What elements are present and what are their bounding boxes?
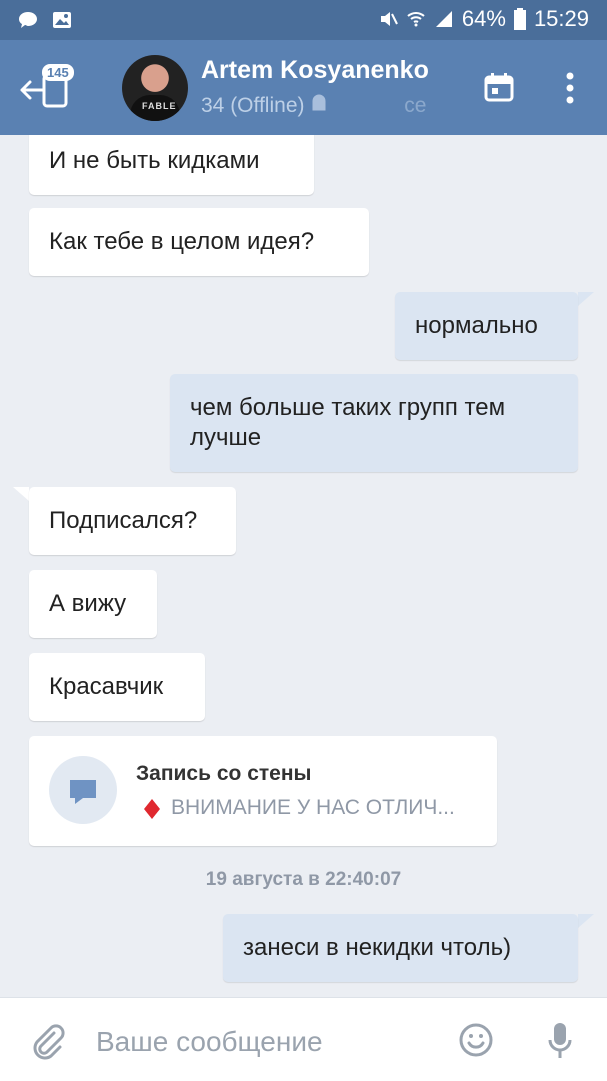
attach-icon[interactable] (30, 1024, 66, 1060)
outgoing-message[interactable]: занеси в некидки чтоль) (223, 914, 578, 982)
outgoing-message[interactable]: чем больше таких групп тем лучше (170, 374, 578, 472)
bubble-tail (578, 914, 594, 928)
message-text: И не быть кидками (49, 147, 260, 174)
red-diamond-icon (144, 799, 160, 819)
microphone-icon[interactable] (548, 1022, 572, 1060)
android-icon (312, 94, 326, 111)
incoming-message[interactable]: Подписался? (29, 487, 236, 555)
chat-header: 145 FABLE Artem Kosyanenko 34 (Offline) … (0, 40, 607, 135)
wall-post-icon (49, 756, 117, 824)
message-text: Как тебе в целом идея? (49, 228, 315, 255)
contact-status-text: 34 (Offline) (201, 94, 305, 117)
battery-icon (513, 8, 526, 30)
message-text: Красавчик (49, 673, 164, 700)
mute-icon (380, 12, 398, 26)
wall-post-preview: ВНИМАНИЕ У НАС ОТЛИЧ... (171, 796, 455, 819)
emoji-icon[interactable] (458, 1022, 494, 1058)
wall-post-title: Запись со стены (136, 762, 312, 785)
message-input[interactable]: Ваше сообщение (96, 1026, 323, 1058)
bubble-tail (578, 292, 594, 306)
contact-status-suffix: се (404, 94, 427, 117)
message-text-line2: лучше (190, 424, 262, 451)
avatar-shirt-text: FABLE (142, 101, 177, 111)
more-options-icon[interactable] (562, 72, 578, 104)
incoming-message[interactable]: А вижу (29, 570, 157, 638)
outgoing-message[interactable]: нормально (395, 292, 578, 360)
status-bar: 64% 15:29 (0, 0, 607, 40)
message-text: нормально (415, 312, 538, 339)
message-text: А вижу (49, 590, 127, 617)
avatar[interactable]: FABLE (122, 55, 188, 121)
message-list[interactable]: И не быть кидками Как тебе в целом идея?… (0, 135, 607, 997)
signal-icon (435, 11, 452, 27)
contact-status: 34 (Offline) се (201, 94, 426, 118)
unread-badge: 145 (42, 64, 74, 81)
comment-icon (70, 780, 96, 804)
message-notification-icon (19, 12, 37, 28)
battery-percent: 64% (461, 6, 506, 31)
bubble-tail (13, 487, 29, 501)
message-text-line1: чем больше таких групп тем (190, 394, 506, 421)
wall-post-attachment[interactable]: Запись со стены ВНИМАНИЕ У НАС ОТЛИЧ... (29, 736, 497, 846)
avatar-shirt: FABLE (130, 95, 180, 121)
date-separator: 19 августа в 22:40:07 (205, 869, 402, 890)
message-composer: Ваше сообщение (0, 997, 607, 1081)
wifi-icon (407, 12, 425, 27)
incoming-message[interactable]: Как тебе в целом идея? (29, 208, 369, 276)
image-notification-icon (53, 12, 71, 28)
message-text: Подписался? (49, 507, 198, 534)
incoming-message[interactable]: И не быть кидками (29, 135, 314, 195)
message-text: занеси в некидки чтоль) (243, 934, 512, 961)
calendar-icon[interactable] (484, 72, 514, 102)
incoming-message[interactable]: Красавчик (29, 653, 205, 721)
contact-name[interactable]: Artem Kosyanenko (201, 56, 429, 85)
clock: 15:29 (533, 6, 589, 31)
